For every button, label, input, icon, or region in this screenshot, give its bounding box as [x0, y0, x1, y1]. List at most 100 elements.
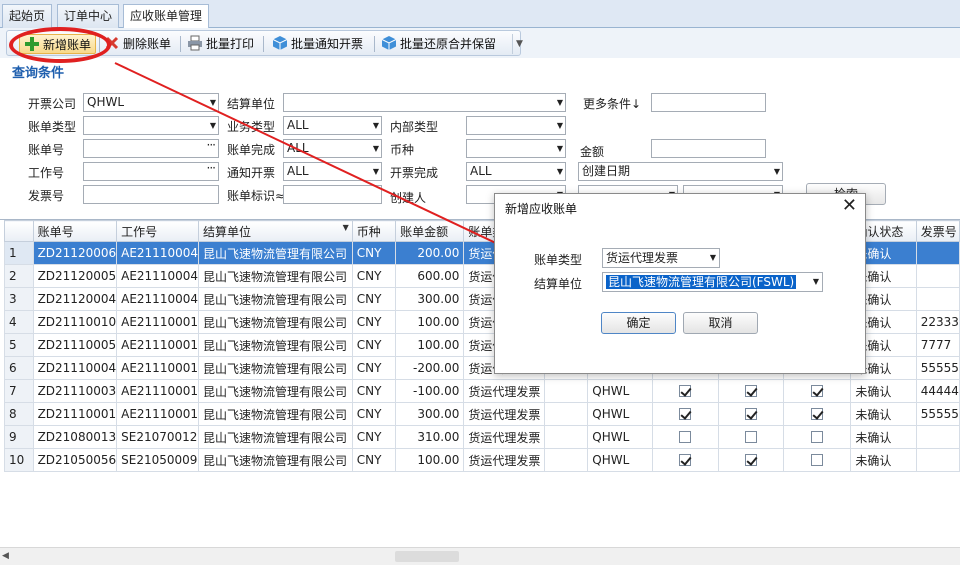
- cell-invoice-no[interactable]: 7777: [915, 333, 960, 357]
- cell-settle-unit[interactable]: 昆山飞速物流管理有限公司: [198, 425, 353, 449]
- cell-amount[interactable]: 200.00: [395, 241, 465, 265]
- ellipsis-icon[interactable]: ···: [207, 163, 217, 177]
- checkbox[interactable]: [744, 408, 757, 420]
- checkbox[interactable]: [811, 454, 824, 466]
- col-header-bill-no[interactable]: 账单号: [32, 220, 118, 242]
- internal-type-select[interactable]: ▼: [466, 116, 566, 135]
- cell-bill-no[interactable]: ZD21050056: [32, 448, 118, 472]
- invoice-no-input[interactable]: [83, 185, 219, 204]
- cell-bill-no[interactable]: ZD21120006: [32, 241, 118, 265]
- cell-bill-no[interactable]: ZD21110005: [32, 333, 118, 357]
- cell-company[interactable]: QHWL: [587, 425, 654, 449]
- cell-bill-no[interactable]: ZD21110001: [32, 402, 118, 426]
- cell-job-no[interactable]: AE21110001: [116, 310, 199, 334]
- notify-invoice-select[interactable]: ALL ▼: [283, 162, 382, 181]
- cell-job-no[interactable]: SE21070012: [116, 425, 199, 449]
- checkbox[interactable]: [679, 454, 692, 466]
- cell-currency[interactable]: CNY: [351, 379, 397, 403]
- more-conditions-input[interactable]: [651, 93, 766, 112]
- cell-currency[interactable]: CNY: [351, 448, 397, 472]
- cell-job-no[interactable]: AE21110001: [116, 402, 199, 426]
- cell-amount[interactable]: 100.00: [395, 333, 465, 357]
- cell-bill-type[interactable]: 货运代理发票: [463, 379, 546, 403]
- cell-job-no[interactable]: AE21110004: [116, 241, 199, 265]
- cell-empty[interactable]: [544, 379, 589, 403]
- cell-empty[interactable]: [544, 448, 589, 472]
- col-header-invoice-no[interactable]: 发票号: [915, 220, 960, 242]
- cell-company[interactable]: QHWL: [587, 402, 654, 426]
- table-row[interactable]: 8 ZD21110001 AE21110001 昆山飞速物流管理有限公司 CNY 300.…: [4, 402, 960, 426]
- cell-settle-unit[interactable]: 昆山飞速物流管理有限公司: [198, 241, 353, 265]
- cell-bill-type[interactable]: 货运代理发票: [463, 425, 546, 449]
- scrollbar-thumb[interactable]: [395, 551, 459, 562]
- row-number[interactable]: 4: [4, 310, 34, 334]
- cell-bill-no[interactable]: ZD21120005: [32, 264, 118, 288]
- cell-settle-unit[interactable]: 昆山飞速物流管理有限公司: [198, 310, 353, 334]
- settle-unit-select[interactable]: ▼: [283, 93, 566, 112]
- cell-invoice-no[interactable]: [915, 241, 960, 265]
- bill-type-select[interactable]: ▼: [83, 116, 219, 135]
- dialog-settle-unit-select[interactable]: 昆山飞速物流管理有限公司(FSWL) ▼: [602, 272, 823, 292]
- cell-bill-type[interactable]: 货运代理发票: [463, 402, 546, 426]
- row-number[interactable]: 5: [4, 333, 34, 357]
- business-type-select[interactable]: ALL ▼: [283, 116, 382, 135]
- row-number[interactable]: 7: [4, 379, 34, 403]
- cell-confirm-status[interactable]: 未确认: [850, 448, 917, 472]
- cell-amount[interactable]: 100.00: [395, 310, 465, 334]
- table-row[interactable]: 10 ZD21050056 SE21050009 昆山飞速物流管理有限公司 CNY 100…: [4, 448, 960, 472]
- delete-bill-button[interactable]: 删除账单: [104, 34, 171, 54]
- col-header-currency[interactable]: 币种: [351, 220, 397, 242]
- checkbox[interactable]: [744, 431, 757, 443]
- cell-check-2[interactable]: [717, 402, 785, 426]
- cell-currency[interactable]: CNY: [351, 402, 397, 426]
- col-header[interactable]: [4, 220, 34, 242]
- cell-invoice-no[interactable]: 55555: [915, 356, 960, 380]
- checkbox[interactable]: [744, 454, 757, 466]
- cell-bill-no[interactable]: ZD21110004: [32, 356, 118, 380]
- cell-settle-unit[interactable]: 昆山飞速物流管理有限公司: [198, 287, 353, 311]
- row-number[interactable]: 9: [4, 425, 34, 449]
- cell-confirm-status[interactable]: 未确认: [850, 379, 917, 403]
- row-number[interactable]: 6: [4, 356, 34, 380]
- toolbar-overflow-dropdown[interactable]: ▼: [512, 34, 526, 54]
- scroll-left-icon[interactable]: ◀: [2, 551, 9, 561]
- cell-company[interactable]: QHWL: [587, 379, 654, 403]
- cell-invoice-no[interactable]: [915, 287, 960, 311]
- cell-check-3[interactable]: [782, 379, 852, 403]
- table-row[interactable]: 9 ZD21080013 SE21070012 昆山飞速物流管理有限公司 CNY 310.…: [4, 425, 960, 449]
- cell-check-1[interactable]: [652, 379, 719, 403]
- cell-amount[interactable]: 600.00: [395, 264, 465, 288]
- cell-job-no[interactable]: AE21110001: [116, 379, 199, 403]
- cell-currency[interactable]: CNY: [351, 356, 397, 380]
- bill-mark-input[interactable]: [283, 185, 382, 204]
- bill-complete-select[interactable]: ALL ▼: [283, 139, 382, 158]
- cell-empty[interactable]: [544, 402, 589, 426]
- cell-settle-unit[interactable]: 昆山飞速物流管理有限公司: [198, 356, 353, 380]
- cell-check-2[interactable]: [717, 379, 785, 403]
- ok-button[interactable]: 确定: [601, 312, 676, 334]
- cell-check-1[interactable]: [652, 448, 719, 472]
- cell-amount[interactable]: 300.00: [395, 287, 465, 311]
- dialog-bill-type-select[interactable]: 货运代理发票 ▼: [602, 248, 720, 268]
- cell-check-2[interactable]: [717, 448, 785, 472]
- cell-currency[interactable]: CNY: [351, 310, 397, 334]
- cell-confirm-status[interactable]: 未确认: [850, 425, 917, 449]
- cell-company[interactable]: QHWL: [587, 448, 654, 472]
- cell-amount[interactable]: 100.00: [395, 448, 465, 472]
- invoice-company-select[interactable]: QHWL ▼: [83, 93, 219, 112]
- col-header-job-no[interactable]: 工作号: [116, 220, 199, 242]
- cell-amount[interactable]: 310.00: [395, 425, 465, 449]
- cell-invoice-no[interactable]: 22333: [915, 310, 960, 334]
- row-number[interactable]: 1: [4, 241, 34, 265]
- row-number[interactable]: 8: [4, 402, 34, 426]
- row-number[interactable]: 10: [4, 448, 34, 472]
- row-number[interactable]: 3: [4, 287, 34, 311]
- cell-currency[interactable]: CNY: [351, 333, 397, 357]
- row-number[interactable]: 2: [4, 264, 34, 288]
- batch-print-button[interactable]: 批量打印: [187, 34, 254, 54]
- cell-invoice-no[interactable]: 55555: [915, 402, 960, 426]
- cell-check-3[interactable]: [782, 448, 852, 472]
- cell-empty[interactable]: [544, 425, 589, 449]
- cell-currency[interactable]: CNY: [351, 287, 397, 311]
- checkbox[interactable]: [811, 408, 824, 420]
